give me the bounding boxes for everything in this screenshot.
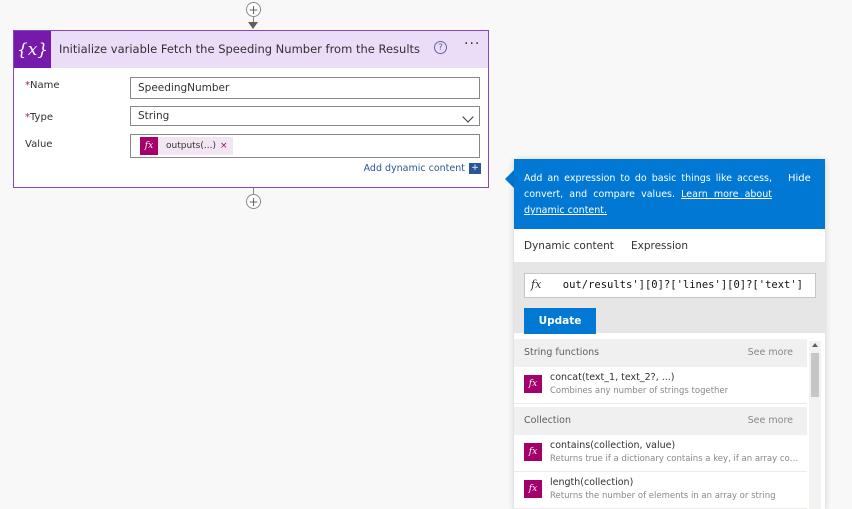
function-name: concat(text_1, text_2?, ...) — [550, 372, 675, 383]
insert-step-bottom-button[interactable]: + — [246, 194, 261, 209]
add-dynamic-content-label: Add dynamic content — [363, 163, 465, 174]
fx-icon: fx — [524, 480, 542, 498]
function-name: length(collection) — [550, 477, 634, 488]
value-label: Value — [25, 139, 53, 150]
section-header-string-functions: String functions See more — [514, 339, 807, 367]
tab-dynamic-content[interactable]: Dynamic content — [524, 240, 614, 252]
type-label-text: Type — [30, 112, 53, 123]
section-header-collection: Collection See more — [514, 407, 807, 435]
add-icon: + — [469, 163, 481, 174]
help-glyph: ? — [438, 42, 443, 53]
panel-description: Add an expression to do basic things lik… — [524, 171, 772, 219]
scroll-up-icon[interactable] — [812, 343, 818, 347]
expression-input[interactable]: out/results'][0]?['lines'][0]?['text'] f… — [524, 273, 816, 298]
see-more-link[interactable]: See more — [748, 415, 793, 426]
token-label: outputs(...) — [166, 141, 216, 151]
name-input[interactable]: SpeedingNumber — [130, 77, 480, 99]
fx-icon: fx — [524, 443, 542, 461]
function-list: String functions See more fx concat(text… — [514, 339, 807, 509]
section-title: String functions — [524, 347, 600, 358]
chevron-down-icon — [462, 111, 474, 123]
remove-token-icon[interactable]: × — [220, 141, 233, 151]
section-title: Collection — [524, 415, 571, 426]
hide-button[interactable]: Hide — [788, 173, 811, 184]
expression-panel: Add an expression to do basic things lik… — [514, 159, 825, 509]
card-title[interactable]: Initialize variable Fetch the Speeding N… — [59, 42, 420, 56]
expression-overflow-mask — [549, 274, 559, 297]
function-description: Returns the number of elements in an arr… — [550, 491, 776, 501]
arrow-down-icon — [248, 22, 258, 29]
name-input-value: SpeedingNumber — [138, 82, 230, 94]
fx-icon: fx — [531, 278, 542, 291]
help-icon[interactable]: ? — [434, 41, 447, 54]
tab-expression[interactable]: Expression — [631, 240, 688, 252]
fx-icon: fx — [524, 375, 542, 393]
more-options-icon[interactable]: ··· — [464, 36, 480, 52]
expression-text: out/results'][0]?['lines'][0]?['text'] — [558, 279, 803, 291]
panel-pointer — [505, 170, 514, 188]
function-list-scrollbar[interactable] — [809, 341, 821, 509]
name-label: *Name — [25, 80, 60, 91]
add-dynamic-content-link[interactable]: Add dynamic content + — [364, 163, 481, 174]
name-label-text: Name — [30, 80, 60, 91]
card-header[interactable]: {x} Initialize variable Fetch the Speedi… — [14, 31, 488, 68]
function-description: Combines any number of strings together — [550, 386, 729, 396]
fx-icon: fx — [140, 137, 158, 155]
insert-step-top-button[interactable]: + — [246, 2, 261, 17]
value-input[interactable]: fx outputs(...) × — [130, 134, 480, 158]
type-dropdown-value: String — [138, 110, 170, 122]
dynamic-content-token[interactable]: fx outputs(...) × — [140, 137, 233, 155]
expression-editor-area: out/results'][0]?['lines'][0]?['text'] f… — [514, 262, 825, 334]
function-item-contains[interactable]: fx contains(collection, value) Returns t… — [514, 435, 807, 472]
see-more-link[interactable]: See more — [748, 347, 793, 358]
plus-icon: + — [248, 2, 259, 17]
type-label: *Type — [25, 112, 53, 123]
plus-icon: + — [248, 194, 259, 209]
function-item-length[interactable]: fx length(collection) Returns the number… — [514, 472, 807, 509]
scrollbar-thumb[interactable] — [811, 353, 819, 397]
function-name: contains(collection, value) — [550, 440, 676, 451]
function-description: Returns true if a dictionary contains a … — [550, 454, 800, 464]
function-item-concat[interactable]: fx concat(text_1, text_2?, ...) Combines… — [514, 367, 807, 404]
update-button[interactable]: Update — [524, 308, 596, 334]
panel-header: Add an expression to do basic things lik… — [514, 159, 825, 229]
initialize-variable-card: {x} Initialize variable Fetch the Speedi… — [13, 30, 489, 188]
variable-icon: {x} — [14, 31, 51, 68]
type-dropdown[interactable]: String — [130, 106, 480, 126]
